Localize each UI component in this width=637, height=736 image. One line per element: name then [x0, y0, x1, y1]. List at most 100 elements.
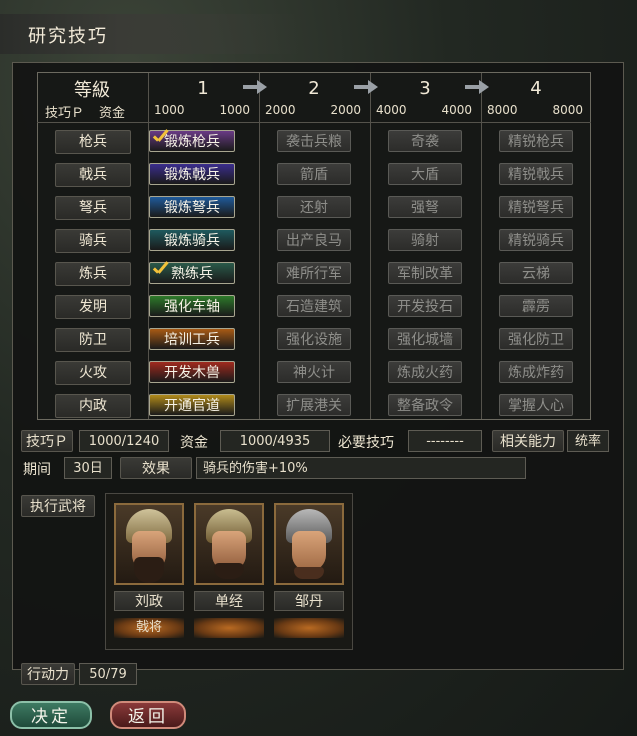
level-header: 等級 技巧Ｐ 资金 — [37, 72, 147, 122]
researched-check-icon — [150, 128, 170, 148]
tech-p-label: 技巧Ｐ — [21, 430, 73, 452]
funds-value: 1000/4935 — [220, 430, 330, 452]
tech-cell[interactable]: 难所行军 — [277, 262, 351, 284]
row-label: 内政 — [55, 394, 131, 418]
tech-p-header: 技巧Ｐ — [45, 106, 85, 121]
funds-label: 资金 — [180, 435, 208, 451]
tier-arrow-icon — [354, 80, 380, 94]
tier-funds-cost: 1000 — [219, 103, 250, 117]
officer-name: 邹丹 — [274, 591, 344, 611]
tech-cell[interactable]: 精锐戟兵 — [499, 163, 573, 185]
period-label: 期间 — [23, 462, 51, 478]
tech-cell[interactable]: 开发木兽 — [149, 361, 235, 383]
tier-header-3: 3 4000 4000 — [370, 72, 480, 122]
tech-cell[interactable]: 掌握人心 — [499, 394, 573, 416]
funds-header: 资金 — [99, 106, 126, 121]
title-bar: 研究技巧 — [0, 14, 300, 54]
tier-tech-cost: 8000 — [487, 103, 518, 117]
researched-check-icon — [150, 260, 170, 280]
tech-cell[interactable]: 箭盾 — [277, 163, 351, 185]
tier-funds-cost: 2000 — [330, 103, 361, 117]
tier-tech-cost: 2000 — [265, 103, 296, 117]
tech-cell[interactable]: 培训工兵 — [149, 328, 235, 350]
officer-name: 刘政 — [114, 591, 184, 611]
tech-cell[interactable]: 大盾 — [388, 163, 462, 185]
row-label: 戟兵 — [55, 163, 131, 187]
officer-portrait[interactable] — [194, 503, 264, 585]
tech-cell[interactable]: 云梯 — [499, 262, 573, 284]
tech-cell[interactable]: 精锐枪兵 — [499, 130, 573, 152]
tier-tech-cost: 1000 — [154, 103, 185, 117]
tier-header-4: 4 8000 8000 — [481, 72, 591, 122]
tech-cell[interactable]: 袭击兵粮 — [277, 130, 351, 152]
tech-cell[interactable]: 整备政令 — [388, 394, 462, 416]
tier-arrow-icon — [465, 80, 491, 94]
tech-cell[interactable]: 军制改革 — [388, 262, 462, 284]
grid-divider — [481, 73, 482, 419]
back-button[interactable]: 返回 — [110, 701, 186, 729]
row-label: 防卫 — [55, 328, 131, 352]
officer-portrait[interactable] — [114, 503, 184, 585]
tier-funds-cost: 4000 — [441, 103, 472, 117]
row-label: 骑兵 — [55, 229, 131, 253]
header-divider — [37, 122, 591, 123]
tier-funds-cost: 8000 — [552, 103, 583, 117]
tier-number: 4 — [530, 78, 542, 99]
tech-cell[interactable]: 精锐弩兵 — [499, 196, 573, 218]
tech-cell[interactable]: 神火计 — [277, 361, 351, 383]
tech-cell[interactable]: 锻炼弩兵 — [149, 196, 235, 218]
row-label: 火攻 — [55, 361, 131, 385]
tech-cell[interactable]: 开通官道 — [149, 394, 235, 416]
tech-cell[interactable]: 石造建筑 — [277, 295, 351, 317]
officer-portrait[interactable] — [274, 503, 344, 585]
tech-cell[interactable]: 扩展港关 — [277, 394, 351, 416]
tier-number: 1 — [197, 78, 209, 99]
tier-header-1: 1 1000 1000 — [148, 72, 258, 122]
row-label: 发明 — [55, 295, 131, 319]
tier-number: 3 — [419, 78, 431, 99]
tech-cell[interactable]: 强化车轴 — [149, 295, 235, 317]
officer-name: 单经 — [194, 591, 264, 611]
tech-cell[interactable]: 出产良马 — [277, 229, 351, 251]
tech-cell[interactable]: 炼成炸药 — [499, 361, 573, 383]
grid-divider — [370, 73, 371, 419]
tech-cell[interactable]: 锻炼戟兵 — [149, 163, 235, 185]
officer-trait — [194, 618, 264, 638]
officer-trait — [274, 618, 344, 638]
tier-number: 2 — [308, 78, 320, 99]
tech-cell[interactable]: 强弩 — [388, 196, 462, 218]
window-title: 研究技巧 — [28, 26, 108, 47]
row-label: 弩兵 — [55, 196, 131, 220]
executing-officers-label[interactable]: 执行武将 — [21, 495, 95, 517]
level-label: 等級 — [74, 80, 110, 101]
effect-label: 效果 — [120, 457, 192, 479]
tech-cell[interactable]: 开发投石 — [388, 295, 462, 317]
required-tech-value: -------- — [408, 430, 482, 452]
tech-cell[interactable]: 强化城墙 — [388, 328, 462, 350]
related-ability-value: 统率 — [567, 430, 609, 452]
tech-cell[interactable]: 霹雳 — [499, 295, 573, 317]
row-label: 炼兵 — [55, 262, 131, 286]
tech-cell[interactable]: 精锐骑兵 — [499, 229, 573, 251]
tier-arrow-icon — [243, 80, 269, 94]
required-tech-label: 必要技巧 — [338, 435, 394, 451]
tech-cell[interactable]: 奇袭 — [388, 130, 462, 152]
officer-trait: 戟将 — [114, 618, 184, 638]
tier-header-2: 2 2000 2000 — [259, 72, 369, 122]
tech-cell[interactable]: 锻炼骑兵 — [149, 229, 235, 251]
grid-divider — [259, 73, 260, 419]
action-power-value: 50/79 — [79, 663, 137, 685]
action-power-label: 行动力 — [21, 663, 75, 685]
row-label: 枪兵 — [55, 130, 131, 154]
tech-p-value: 1000/1240 — [79, 430, 169, 452]
tech-cell[interactable]: 还射 — [277, 196, 351, 218]
tech-cell[interactable]: 强化防卫 — [499, 328, 573, 350]
tech-cell[interactable]: 强化设施 — [277, 328, 351, 350]
effect-value: 骑兵的伤害+10% — [196, 457, 526, 479]
period-value: 30日 — [64, 457, 112, 479]
tech-cell[interactable]: 骑射 — [388, 229, 462, 251]
related-ability-label: 相关能力 — [492, 430, 564, 452]
tech-cell[interactable]: 炼成火药 — [388, 361, 462, 383]
tier-tech-cost: 4000 — [376, 103, 407, 117]
confirm-button[interactable]: 决定 — [10, 701, 92, 729]
